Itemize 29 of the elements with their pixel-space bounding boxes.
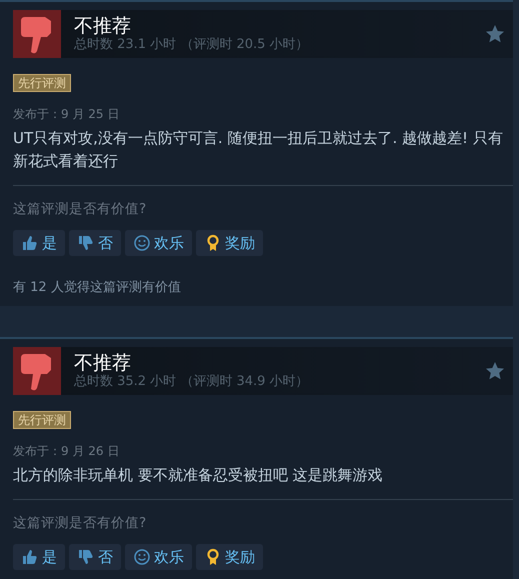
posted-date: 发布于：9 月 25 日 [13, 106, 120, 123]
thumbs-up-icon [21, 234, 39, 252]
helpful-question: 这篇评测是否有价值? [13, 200, 148, 218]
thumbs-down-icon [77, 548, 95, 566]
vote-button[interactable]: 是 [13, 230, 65, 256]
star-icon [485, 361, 505, 381]
thumbs-up-icon [21, 548, 39, 566]
vote-button[interactable]: 欢乐 [125, 230, 192, 256]
playtime-text: 总时数 35.2 小时 （评测时 34.9 小时） [74, 374, 310, 390]
vote-button[interactable]: 是 [13, 544, 65, 570]
posted-date: 发布于：9 月 26 日 [13, 443, 120, 460]
vote-button[interactable]: 否 [69, 544, 121, 570]
helpful-question: 这篇评测是否有价值? [13, 514, 148, 532]
review-text: UT只有对攻,没有一点防守可言. 随便扭一扭后卫就过去了. 越做越差! 只有新花式看着还行 [13, 128, 504, 172]
vote-button[interactable]: 奖励 [196, 230, 263, 256]
review-text: 北方的除非玩单机 要不就准备忍受被扭吧 这是跳舞游戏 [13, 465, 384, 486]
smiley-icon [133, 234, 151, 252]
playtime-text: 总时数 23.1 小时 （评测时 20.5 小时） [74, 37, 310, 53]
early-access-badge: 先行评测 [13, 74, 71, 92]
helpful-count: 有 12 人觉得这篇评测有价值 [13, 279, 182, 296]
vote-button[interactable]: 奖励 [196, 544, 263, 570]
early-access-badge: 先行评测 [13, 411, 71, 429]
smiley-icon [133, 548, 151, 566]
thumbs-down-icon [77, 234, 95, 252]
review-verdict: 不推荐 [74, 15, 132, 37]
vote-button[interactable]: 否 [69, 230, 121, 256]
vote-button[interactable]: 欢乐 [125, 544, 192, 570]
review-verdict: 不推荐 [74, 352, 132, 374]
star-icon [485, 24, 505, 44]
